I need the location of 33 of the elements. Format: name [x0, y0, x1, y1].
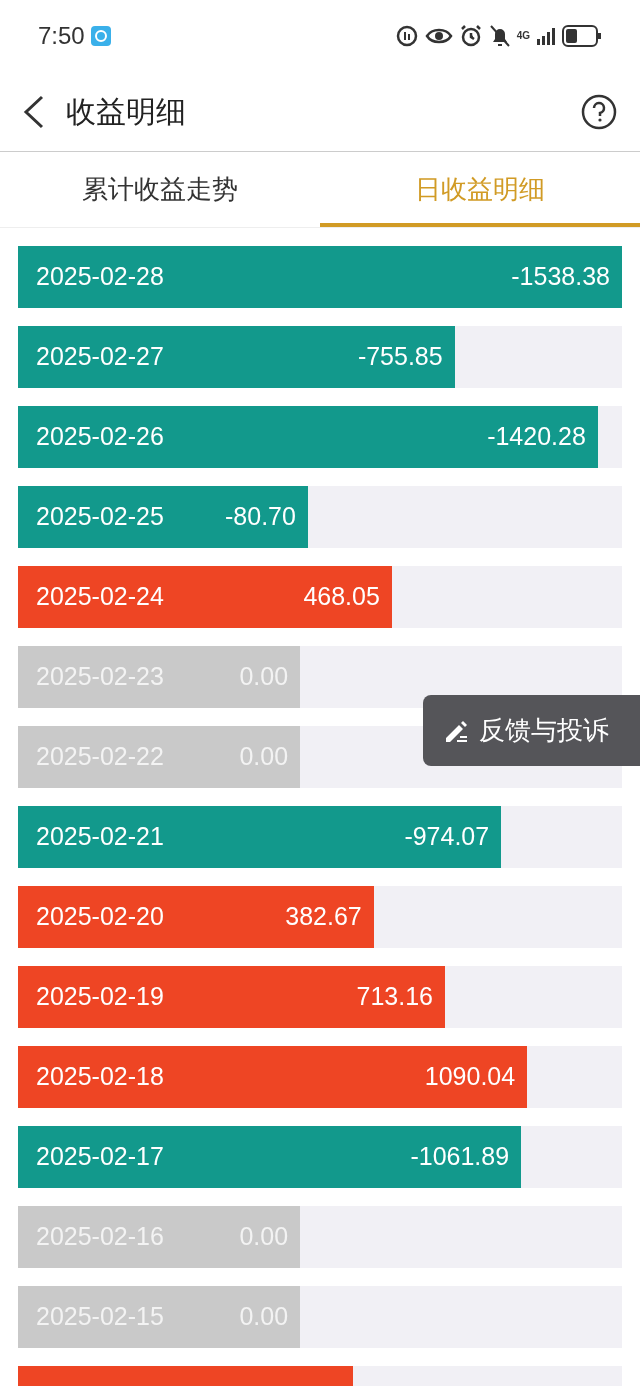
status-time: 7:50 [38, 21, 85, 51]
date-label: 2025-02-25 [36, 501, 164, 533]
profit-value: -80.70 [225, 501, 296, 533]
date-label: 2025-02-28 [36, 261, 164, 293]
page-title: 收益明细 [66, 94, 186, 130]
bell-muted-icon [488, 24, 511, 48]
profit-value: 382.67 [285, 901, 362, 933]
signal-icon [536, 26, 556, 46]
profit-value: -1538.38 [511, 261, 610, 293]
profit-value: -1061.89 [410, 1141, 510, 1173]
date-label: 2025-02-18 [36, 1061, 164, 1093]
date-label: 2025-02-26 [36, 421, 164, 453]
eye-icon [424, 26, 453, 46]
profit-value: 468.05 [303, 581, 380, 613]
date-label: 2025-02-19 [36, 981, 164, 1013]
profit-value: 1090.04 [424, 1061, 516, 1093]
date-label: 2025-02-27 [36, 341, 164, 373]
help-icon[interactable] [580, 92, 618, 131]
battery-icon [562, 25, 602, 47]
app-icon [90, 26, 111, 46]
date-label: 2025-02-20 [36, 901, 164, 933]
date-label: 2025-02-21 [36, 821, 164, 853]
profit-value: -755.85 [357, 341, 443, 373]
back-icon[interactable] [22, 94, 46, 129]
profit-value: 713.16 [356, 981, 433, 1013]
feedback-popup[interactable]: 反馈与投诉 [423, 695, 640, 766]
profit-value: -974.07 [404, 821, 490, 853]
network-label: 4G [516, 31, 530, 41]
profit-value: -1420.28 [487, 421, 586, 453]
data-saver-icon [394, 24, 419, 48]
date-label: 2025-02-24 [36, 581, 164, 613]
date-label: 2025-02-17 [36, 1141, 164, 1173]
tab[interactable]: 累计收益走势 [0, 152, 320, 227]
